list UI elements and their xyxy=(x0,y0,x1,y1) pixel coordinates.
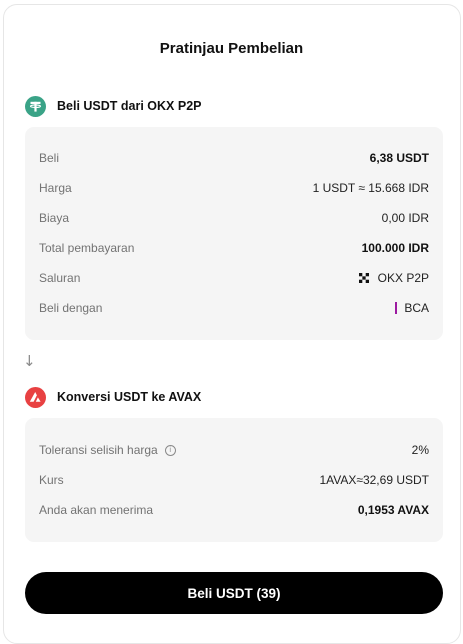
info-icon[interactable]: i xyxy=(164,444,176,456)
detail-value: 1 USDT ≈ 15.668 IDR xyxy=(312,181,429,195)
detail-label: Beli dengan xyxy=(39,301,103,315)
detail-label: Kurs xyxy=(39,473,64,487)
buy-usdt-button[interactable]: Beli USDT (39) xyxy=(25,572,443,614)
detail-value: 2% xyxy=(411,443,429,457)
payment-method-name: BCA xyxy=(404,301,429,315)
detail-value: 100.000 IDR xyxy=(361,241,429,255)
detail-row-rate: Kurs 1AVAX≈32,69 USDT xyxy=(39,470,429,490)
channel-name: OKX P2P xyxy=(377,271,429,285)
detail-row-buy: Beli 6,38 USDT xyxy=(39,148,429,168)
buy-details-card: Beli 6,38 USDT Harga 1 USDT ≈ 15.668 IDR… xyxy=(25,127,443,340)
page-title: Pratinjau Pembelian xyxy=(159,40,304,57)
arrow-down-icon: ↓ xyxy=(23,352,36,370)
detail-label: Total pembayaran xyxy=(39,241,135,255)
bca-bar-icon xyxy=(395,302,398,314)
detail-value: 1AVAX≈32,69 USDT xyxy=(319,473,429,487)
detail-row-total: Total pembayaran 100.000 IDR xyxy=(39,238,429,258)
section-buy-title: Beli USDT dari OKX P2P xyxy=(57,99,202,113)
detail-label: Biaya xyxy=(39,211,70,225)
detail-value: 6,38 USDT xyxy=(369,151,429,165)
detail-value: 0,00 IDR xyxy=(381,211,429,225)
section-convert-title: Konversi USDT ke AVAX xyxy=(57,390,202,404)
detail-row-price: Harga 1 USDT ≈ 15.668 IDR xyxy=(39,178,429,198)
detail-row-slippage: Toleransi selisih harga i 2% xyxy=(39,440,429,460)
detail-label: Saluran xyxy=(39,271,81,285)
detail-value-pay-with: BCA xyxy=(395,301,429,315)
detail-label: Harga xyxy=(39,181,72,195)
section-convert-header: Konversi USDT ke AVAX xyxy=(25,386,201,408)
detail-label-slippage: Toleransi selisih harga i xyxy=(39,443,176,457)
detail-label: Anda akan menerima xyxy=(39,503,154,517)
detail-label: Beli xyxy=(39,151,60,165)
detail-value-channel: OKX P2P xyxy=(358,271,429,285)
detail-row-fee: Biaya 0,00 IDR xyxy=(39,208,429,228)
detail-label: Toleransi selisih harga xyxy=(39,443,158,457)
avax-coin-icon xyxy=(25,386,46,408)
convert-details-card: Toleransi selisih harga i 2% Kurs 1AVAX≈… xyxy=(25,418,443,542)
detail-row-channel: Saluran OKX P2P xyxy=(39,268,429,288)
detail-row-receive: Anda akan menerima 0,1953 AVAX xyxy=(39,500,429,520)
section-buy-header: Beli USDT dari OKX P2P xyxy=(25,95,201,117)
okx-logo-icon xyxy=(358,273,369,283)
usdt-coin-icon xyxy=(25,95,46,117)
detail-row-pay-with: Beli dengan BCA xyxy=(39,298,429,318)
detail-value: 0,1953 AVAX xyxy=(357,503,429,517)
